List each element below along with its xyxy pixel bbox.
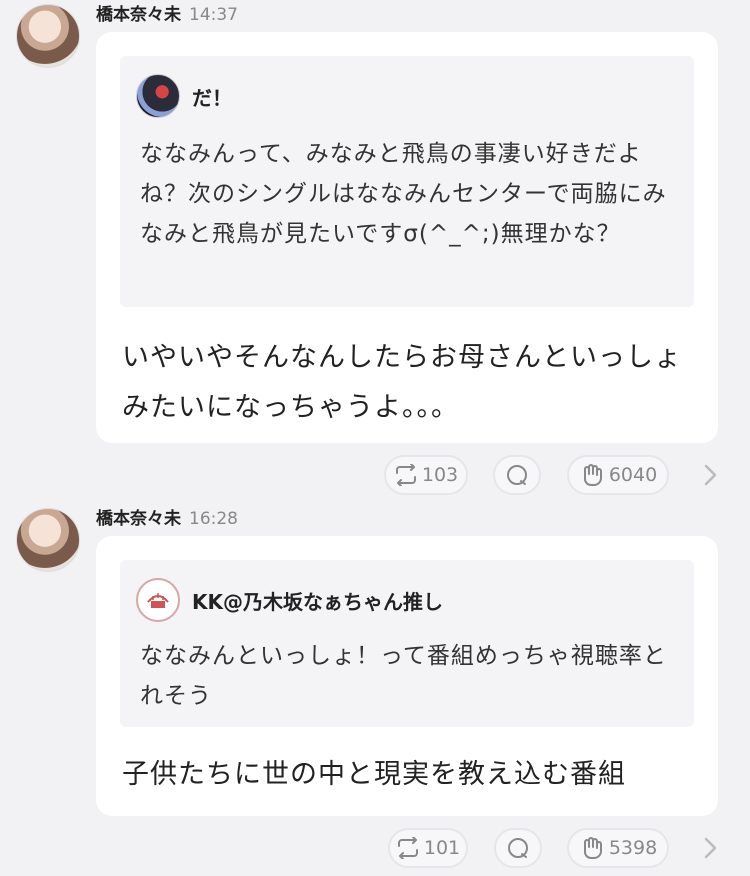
quoted-text: ななみんって、みなみと飛鳥の事凄い好きだよね？次のシングルはななみんセンターで両… bbox=[140, 141, 667, 247]
author-name[interactable]: 橋本奈々未 bbox=[96, 5, 181, 25]
comment-button[interactable] bbox=[494, 828, 542, 868]
comment-icon bbox=[507, 465, 527, 485]
chevron-right-icon[interactable] bbox=[701, 836, 719, 860]
applause-icon bbox=[583, 464, 602, 486]
quoted-user-name: だ！ bbox=[192, 85, 232, 110]
quoted-user-avatar bbox=[136, 74, 180, 118]
comment-icon bbox=[508, 838, 528, 858]
action-bar: 101 5398 bbox=[0, 828, 750, 868]
applause-icon bbox=[583, 837, 602, 859]
quoted-user-avatar bbox=[136, 578, 180, 622]
post-time: 16:28 bbox=[189, 509, 238, 529]
author-avatar[interactable] bbox=[16, 508, 80, 572]
message-card: KK@乃木坂なぁちゃん推し ななみんといっしょ！って番組めっちゃ視聴率とれそう … bbox=[96, 536, 718, 816]
applause-button[interactable]: 6040 bbox=[567, 455, 669, 495]
applause-count: 5398 bbox=[608, 837, 658, 859]
applause-count: 6040 bbox=[608, 464, 658, 486]
action-bar: 103 6040 bbox=[0, 455, 750, 495]
reply-text: 子供たちに世の中と現実を教え込む番組 bbox=[122, 759, 626, 790]
repost-button[interactable]: 101 bbox=[388, 828, 468, 868]
reply-text: いやいやそんなんしたらお母さんといっしょみたいになっちゃうよ。。。 bbox=[122, 342, 682, 423]
quoted-header: KK@乃木坂なぁちゃん推し bbox=[136, 578, 443, 622]
quoted-message[interactable]: KK@乃木坂なぁちゃん推し ななみんといっしょ！って番組めっちゃ視聴率とれそう bbox=[120, 560, 694, 727]
post-time: 14:37 bbox=[189, 5, 238, 25]
quoted-header: だ！ bbox=[136, 74, 232, 118]
message-card: だ！ ななみんって、みなみと飛鳥の事凄い好きだよね？次のシングルはななみんセンタ… bbox=[96, 32, 718, 443]
quoted-text: ななみんといっしょ！って番組めっちゃ視聴率とれそう bbox=[140, 643, 667, 709]
author-avatar[interactable] bbox=[16, 4, 80, 68]
repost-count: 101 bbox=[423, 837, 461, 859]
quoted-message[interactable]: だ！ ななみんって、みなみと飛鳥の事凄い好きだよね？次のシングルはななみんセンタ… bbox=[120, 56, 694, 307]
logo-icon bbox=[147, 593, 169, 608]
repost-icon bbox=[395, 464, 416, 486]
post-meta: 橋本奈々未 14:37 bbox=[96, 4, 238, 26]
post-meta: 橋本奈々未 16:28 bbox=[96, 508, 238, 530]
applause-button[interactable]: 5398 bbox=[567, 828, 669, 868]
chevron-right-icon[interactable] bbox=[701, 463, 719, 487]
author-name[interactable]: 橋本奈々未 bbox=[96, 509, 181, 529]
quoted-user-name: KK@乃木坂なぁちゃん推し bbox=[192, 589, 443, 614]
comment-button[interactable] bbox=[493, 455, 541, 495]
repost-count: 103 bbox=[421, 464, 459, 486]
repost-icon bbox=[397, 837, 418, 859]
repost-button[interactable]: 103 bbox=[384, 455, 468, 495]
